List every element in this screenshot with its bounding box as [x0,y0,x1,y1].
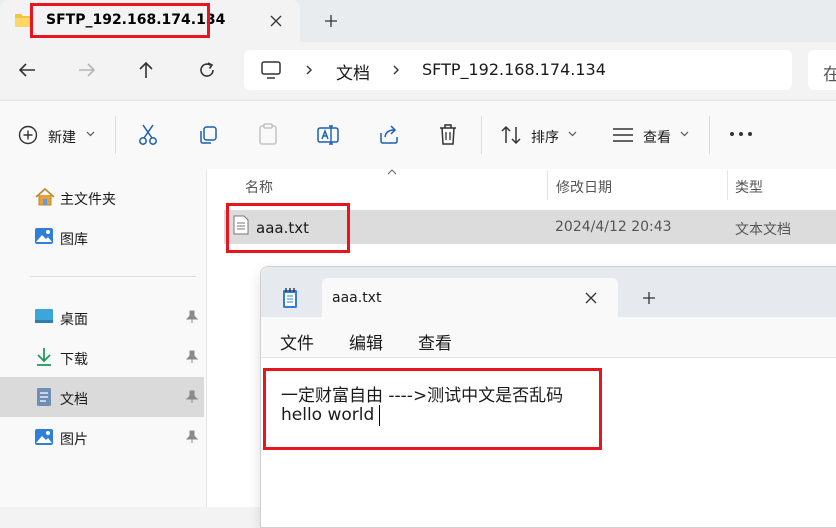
toolbar-divider [709,116,710,154]
sort-ascending-icon [387,169,397,175]
chevron-right-icon [393,65,399,75]
back-arrow-icon[interactable] [17,61,37,79]
share-icon[interactable] [377,123,401,145]
toolbar-divider [115,116,116,154]
new-button[interactable]: 新建 [48,127,76,147]
new-tab-icon[interactable] [323,13,339,29]
file-type: 文本文档 [735,222,791,238]
sort-button[interactable]: 排序 [531,127,559,147]
menu-edit[interactable]: 编辑 [349,329,383,354]
search-placeholder: 在 [823,65,836,85]
sidebar-item-label: 图库 [60,232,88,248]
notepad-app-icon [283,288,297,308]
highlight-box-content [263,368,602,450]
column-header-modified[interactable]: 修改日期 [556,177,612,197]
documents-icon [37,388,51,406]
desktop-icon [35,309,53,323]
paste-icon[interactable] [257,122,279,146]
sidebar-item-label: 文档 [60,392,88,408]
view-list-icon [613,128,633,142]
sidebar-item-pictures[interactable] [0,417,204,457]
chevron-down-icon [568,131,577,137]
up-arrow-icon[interactable] [137,60,155,80]
sidebar-item-documents[interactable] [0,377,204,417]
more-options-icon[interactable] [729,131,753,137]
sort-icon [501,125,521,145]
view-button[interactable]: 查看 [643,127,671,147]
pictures-icon [35,429,53,445]
delete-trash-icon[interactable] [438,123,458,147]
sidebar-item-label: 图片 [60,432,88,448]
sidebar-item-downloads[interactable] [0,337,204,377]
breadcrumb-current-folder[interactable]: SFTP_192.168.174.134 [422,60,606,79]
pin-icon[interactable] [186,390,198,404]
highlight-box-tab [30,3,210,38]
refresh-icon[interactable] [197,60,217,80]
gallery-icon [35,228,53,244]
toolbar-divider [481,116,482,154]
highlight-box-file [226,203,350,253]
rename-icon[interactable] [316,123,340,147]
sidebar-item-label: 主文件夹 [60,192,116,208]
menu-view[interactable]: 查看 [418,329,452,354]
notepad-menu-bar [261,317,836,358]
pin-icon[interactable] [186,310,198,324]
breadcrumb-documents[interactable]: 文档 [336,59,370,84]
copy-icon[interactable] [197,124,219,146]
this-pc-icon[interactable] [260,59,282,81]
chevron-down-icon [680,131,689,137]
column-header-type[interactable]: 类型 [735,177,763,197]
chevron-down-icon [86,131,95,137]
new-tab-icon[interactable] [642,291,656,305]
notepad-tab-title: aaa.txt [332,290,382,306]
column-divider[interactable] [727,170,728,200]
chevron-right-icon [306,65,312,75]
file-modified: 2024/4/12 20:43 [555,219,672,235]
sidebar-item-label: 桌面 [60,312,88,328]
sidebar-item-label: 下载 [60,352,88,368]
forward-arrow-icon[interactable] [77,61,97,79]
menu-file[interactable]: 文件 [280,329,314,354]
sidebar-divider [30,276,196,277]
home-icon [35,187,55,206]
close-tab-icon[interactable] [584,291,598,305]
download-icon [37,348,51,366]
new-plus-icon [18,125,38,145]
cut-icon[interactable] [137,123,159,147]
column-divider[interactable] [547,170,548,200]
column-header-name[interactable]: 名称 [245,177,273,197]
close-tab-icon[interactable] [268,13,284,29]
command-bar [0,100,836,170]
pin-icon[interactable] [186,350,198,364]
pin-icon[interactable] [186,430,198,444]
sidebar-item-desktop[interactable] [0,297,204,337]
sidebar-item-gallery[interactable] [0,217,204,257]
